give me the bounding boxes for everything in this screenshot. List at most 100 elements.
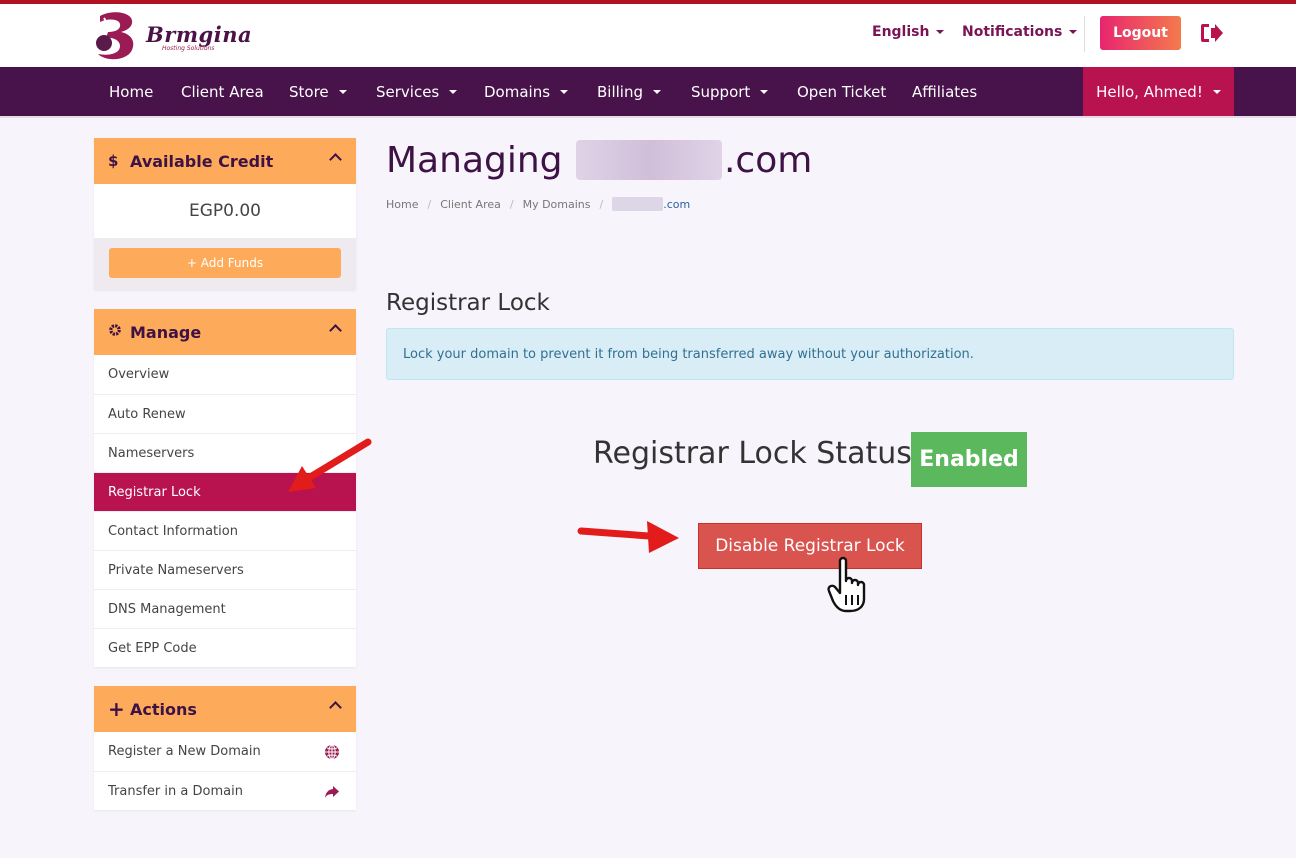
nav-label: Affiliates	[912, 82, 978, 101]
notifications-dropdown[interactable]: Notifications	[962, 24, 1078, 40]
chevron-up-icon[interactable]	[329, 153, 342, 166]
sidebar-item-label: Auto Renew	[108, 406, 186, 422]
sidebar-item-label: Private Nameservers	[108, 562, 244, 578]
caret-down-icon	[760, 89, 769, 94]
breadcrumb-home[interactable]: Home	[386, 198, 418, 211]
credit-panel: $ Available Credit EGP0.00 + Add Funds	[94, 138, 356, 290]
user-greeting: Hello, Ahmed!	[1096, 82, 1203, 101]
credit-panel-title: Available Credit	[130, 151, 274, 171]
nav-store[interactable]: Store	[289, 67, 347, 116]
redacted-domain-name	[612, 197, 664, 211]
annotation-arrow-icon	[577, 521, 679, 553]
nav-label: Client Area	[181, 82, 264, 101]
nav-support[interactable]: Support	[691, 67, 769, 116]
gear-icon	[108, 323, 130, 341]
manage-panel-title: Manage	[130, 322, 202, 342]
sign-out-icon[interactable]	[1200, 22, 1224, 44]
user-menu-dropdown[interactable]: Hello, Ahmed!	[1083, 67, 1234, 116]
nav-affiliates[interactable]: Affiliates	[912, 67, 977, 116]
dollar-icon: $	[108, 152, 119, 170]
breadcrumb-my-domains[interactable]: My Domains	[523, 198, 591, 211]
language-label: English	[872, 24, 930, 40]
header-divider	[1084, 16, 1085, 52]
sidebar-item-label: Nameservers	[108, 445, 195, 461]
breadcrumb-current: .com	[663, 197, 691, 211]
page-title-prefix: Managing	[386, 140, 563, 181]
actions-panel-header[interactable]: + Actions	[94, 686, 356, 732]
breadcrumb: Home / Client Area / My Domains / .com	[386, 197, 690, 211]
credit-panel-footer: + Add Funds	[94, 238, 356, 290]
add-funds-button[interactable]: + Add Funds	[109, 248, 341, 278]
lock-status-badge: Enabled	[911, 432, 1027, 487]
caret-down-icon	[653, 89, 661, 94]
actions-panel: + Actions Register a New Domain Transfer…	[94, 686, 356, 810]
manage-panel-header[interactable]: Manage	[94, 309, 356, 355]
main-navbar: Home Client Area Store Services Domains …	[0, 67, 1296, 116]
header: Brmgina Hosting Solutions English Notifi…	[0, 4, 1296, 67]
lock-status-label: Registrar Lock Status:	[593, 436, 922, 471]
sidebar-item-label: Contact Information	[108, 523, 238, 539]
nav-billing[interactable]: Billing	[597, 67, 661, 116]
sidebar-item-label: DNS Management	[108, 601, 226, 617]
page-title-suffix: .com	[723, 140, 813, 181]
action-transfer-domain[interactable]: Transfer in a Domain	[94, 771, 356, 810]
nav-home[interactable]: Home	[109, 67, 153, 116]
caret-down-icon	[1212, 89, 1221, 94]
sidebar-item-dns-management[interactable]: DNS Management	[94, 589, 356, 628]
logo-text: Brmgina	[146, 22, 253, 47]
credit-amount: EGP0.00	[188, 201, 262, 221]
page-title: Managing .com	[386, 140, 812, 181]
sidebar-item-label: Registrar Lock	[108, 484, 201, 500]
actions-panel-title: Actions	[130, 699, 197, 719]
breadcrumb-separator: /	[427, 197, 432, 211]
redacted-domain-name	[575, 140, 722, 180]
credit-panel-header[interactable]: $ Available Credit	[94, 138, 356, 184]
nav-label: Services	[376, 82, 440, 101]
sidebar-item-label: Overview	[108, 367, 170, 382]
logo-subtext: Hosting Solutions	[162, 45, 215, 52]
disable-registrar-lock-button[interactable]: Disable Registrar Lock	[698, 523, 922, 569]
breadcrumb-separator: /	[599, 197, 604, 211]
caret-down-icon	[1069, 30, 1078, 34]
action-label: Transfer in a Domain	[108, 783, 243, 799]
nav-label: Store	[289, 82, 329, 101]
plus-icon: +	[108, 697, 125, 721]
caret-down-icon	[338, 89, 347, 94]
nav-label: Home	[109, 82, 154, 101]
logo[interactable]: Brmgina Hosting Solutions	[94, 10, 252, 62]
caret-down-icon	[560, 89, 569, 94]
logout-button[interactable]: Logout	[1100, 16, 1181, 50]
chevron-up-icon[interactable]	[329, 701, 342, 714]
info-alert-text: Lock your domain to prevent it from bein…	[403, 346, 974, 362]
nav-label: Open Ticket	[797, 82, 887, 101]
nav-underline	[0, 116, 1296, 118]
breadcrumb-client-area[interactable]: Client Area	[440, 198, 501, 211]
notifications-label: Notifications	[962, 24, 1063, 40]
language-dropdown[interactable]: English	[872, 24, 945, 40]
sidebar-item-private-nameservers[interactable]: Private Nameservers	[94, 550, 356, 589]
nav-label: Domains	[484, 82, 551, 101]
nav-open-ticket[interactable]: Open Ticket	[797, 67, 886, 116]
annotation-arrow-icon	[288, 438, 372, 492]
caret-down-icon	[449, 89, 458, 94]
globe-icon	[324, 744, 340, 760]
nav-domains[interactable]: Domains	[484, 67, 569, 116]
nav-services[interactable]: Services	[376, 67, 458, 116]
info-alert: Lock your domain to prevent it from bein…	[386, 328, 1234, 380]
sidebar-item-overview[interactable]: Overview	[94, 355, 356, 394]
caret-down-icon	[936, 30, 945, 34]
sidebar-item-auto-renew[interactable]: Auto Renew	[94, 394, 356, 433]
section-title: Registrar Lock	[386, 290, 550, 316]
nav-label: Support	[691, 82, 751, 101]
share-arrow-icon	[324, 784, 340, 800]
sidebar-item-label: Get EPP Code	[108, 640, 197, 656]
breadcrumb-separator: /	[509, 197, 514, 211]
sidebar-item-get-epp-code[interactable]: Get EPP Code	[94, 628, 356, 667]
nav-label: Billing	[597, 82, 643, 101]
action-label: Register a New Domain	[108, 744, 261, 759]
hand-pointer-icon	[827, 556, 866, 613]
nav-client-area[interactable]: Client Area	[181, 67, 264, 116]
sidebar-item-contact-information[interactable]: Contact Information	[94, 511, 356, 550]
chevron-up-icon[interactable]	[329, 324, 342, 337]
action-register-domain[interactable]: Register a New Domain	[94, 732, 356, 771]
